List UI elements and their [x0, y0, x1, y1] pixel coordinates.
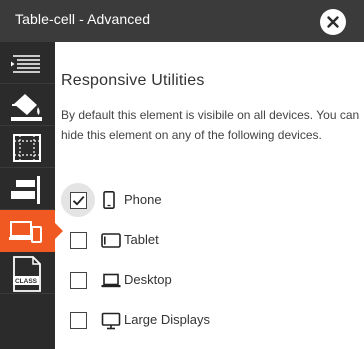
large-displays-label: Large Displays: [124, 312, 210, 327]
option-tablet: Tablet: [68, 226, 348, 254]
large-displays-checkbox[interactable]: [70, 312, 87, 329]
laptop-icon: [101, 273, 121, 288]
desktop-label: Desktop: [124, 272, 172, 287]
tablet-checkbox[interactable]: [70, 232, 87, 249]
sidebar-item-class[interactable]: CLASS: [0, 252, 55, 294]
option-phone: Phone: [61, 183, 348, 217]
main-panel: Responsive Utilities By default this ele…: [55, 42, 364, 349]
phone-checkbox[interactable]: [70, 192, 87, 209]
section-heading: Responsive Utilities: [61, 72, 205, 89]
section-description: By default this element is visibile on a…: [61, 108, 360, 142]
close-icon: [327, 16, 339, 28]
align-lines-icon: [11, 55, 40, 73]
tablet-icon: [101, 233, 121, 248]
option-desktop: Desktop: [68, 266, 348, 294]
align-right-bars-icon: [11, 176, 40, 204]
monitor-icon: [101, 312, 121, 330]
sidebar-item-align[interactable]: [0, 42, 55, 84]
sidebar-item-background[interactable]: [0, 84, 55, 126]
devices-icon: [9, 221, 42, 243]
sidebar-item-alignment[interactable]: [0, 168, 55, 210]
title-bar: Table-cell - Advanced: [0, 0, 364, 42]
class-file-icon: CLASS: [13, 256, 41, 292]
paint-bucket-icon: [11, 94, 42, 121]
sidebar-item-responsive[interactable]: [0, 210, 63, 252]
phone-icon: [103, 191, 115, 209]
option-large-displays: Large Displays: [68, 306, 348, 334]
sidebar: CLASS: [0, 42, 63, 349]
close-button[interactable]: [320, 9, 346, 35]
window-title: Table-cell - Advanced: [15, 11, 151, 27]
desktop-checkbox[interactable]: [70, 272, 87, 289]
phone-label: Phone: [124, 192, 162, 207]
sidebar-item-spacing[interactable]: [0, 126, 55, 168]
spacing-grid-icon: [13, 134, 41, 162]
checkmark-icon: [72, 195, 85, 206]
tablet-label: Tablet: [124, 232, 159, 247]
class-icon-text: CLASS: [15, 278, 38, 285]
